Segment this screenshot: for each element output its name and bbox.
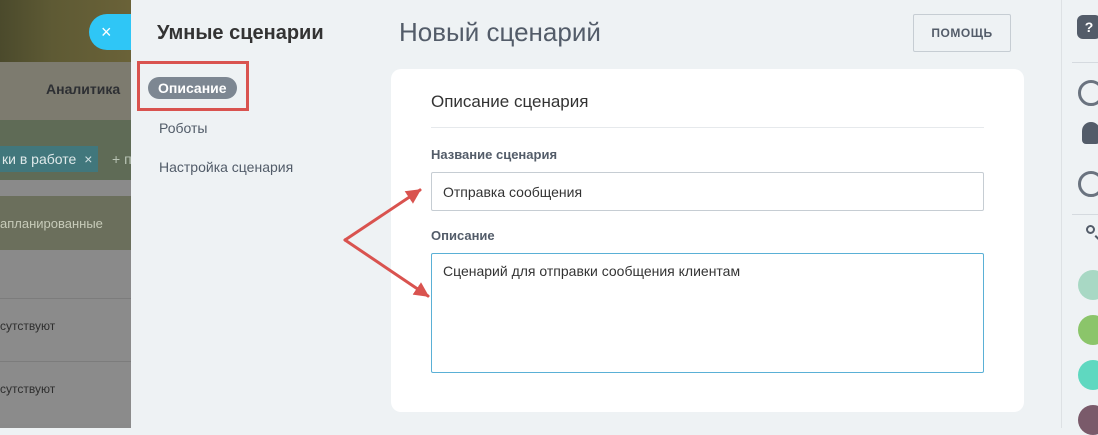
table-row: сутствуют xyxy=(0,298,131,361)
background-row-text: сутствуют xyxy=(0,382,56,396)
help-glyph: ? xyxy=(1084,19,1094,35)
help-button[interactable]: ПОМОЩЬ xyxy=(913,14,1011,52)
right-toolbar: ? xyxy=(1061,0,1098,435)
chat-icon[interactable] xyxy=(1078,80,1098,106)
page-title: Новый сценарий xyxy=(399,17,601,47)
panel-title: Умные сценарии xyxy=(157,22,324,44)
slider-close-button[interactable]: × xyxy=(89,14,131,50)
divider xyxy=(1072,62,1098,63)
description-card: Описание сценария Название сценария Опис… xyxy=(391,69,1024,412)
background-nav-analytics: Аналитика xyxy=(46,81,121,97)
smart-scenario-panel: Умные сценарии Описание Роботы Настройка… xyxy=(131,0,1061,428)
description-textarea[interactable]: Сценарий для отправки сообщения клиентам xyxy=(431,253,984,373)
background-row-text: сутствуют xyxy=(0,319,56,333)
bell-icon[interactable] xyxy=(1082,122,1098,144)
avatar[interactable] xyxy=(1078,270,1098,300)
sidebar-item-scenario-settings[interactable]: Настройка сценария xyxy=(159,159,293,175)
background-add-filter: + п xyxy=(112,151,131,167)
search-icon[interactable] xyxy=(1086,225,1095,234)
avatar[interactable] xyxy=(1078,405,1098,435)
card-title: Описание сценария xyxy=(431,92,589,111)
table-row: сутствуют xyxy=(0,361,131,424)
sidebar-item-robots[interactable]: Роботы xyxy=(159,120,207,136)
avatar[interactable] xyxy=(1078,360,1098,390)
list-icon[interactable] xyxy=(1078,171,1098,197)
description-label: Описание xyxy=(431,228,495,243)
scenario-name-input[interactable] xyxy=(431,172,984,211)
background-planned-label: апланированные xyxy=(0,216,103,231)
sidebar-item-description[interactable]: Описание xyxy=(148,77,237,99)
close-icon: × xyxy=(101,21,112,42)
background-page: Аналитика ки в работе × + п апланированн… xyxy=(0,0,131,428)
divider xyxy=(431,127,984,128)
close-icon: × xyxy=(84,151,93,167)
divider xyxy=(1072,214,1098,215)
background-chip-label: ки в работе xyxy=(2,151,77,167)
avatar[interactable] xyxy=(1078,315,1098,345)
scenario-name-label: Название сценария xyxy=(431,147,558,162)
background-filter-chip: ки в работе × xyxy=(0,146,99,172)
help-icon[interactable]: ? xyxy=(1077,15,1098,39)
